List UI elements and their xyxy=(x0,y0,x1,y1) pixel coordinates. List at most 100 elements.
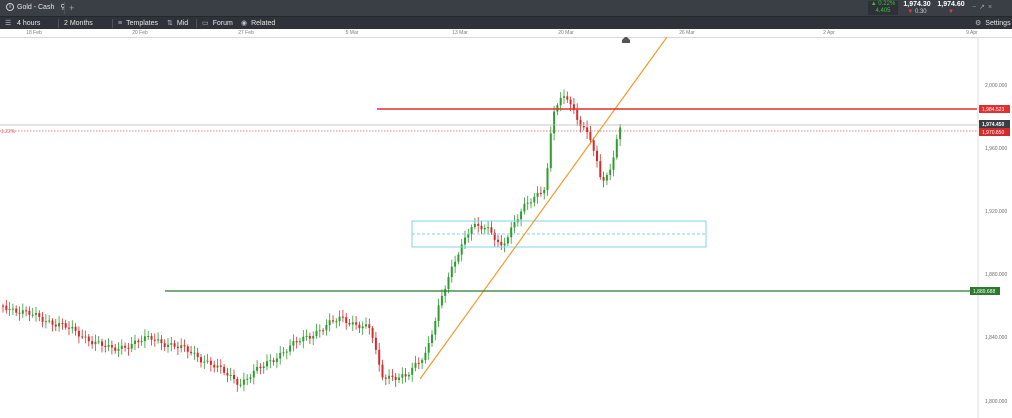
candle-body xyxy=(193,352,196,354)
candle-body xyxy=(266,361,268,367)
candle-body xyxy=(147,336,150,338)
top-bar: i Gold - Cash ⚲ + ▲ 0.22% 4.405 1,974.30 … xyxy=(0,0,1012,16)
candle-body xyxy=(500,241,503,246)
candle-body xyxy=(450,266,453,278)
candle-body xyxy=(503,243,506,246)
candle-body xyxy=(183,345,186,347)
candle-body xyxy=(110,345,113,348)
info-icon[interactable]: i xyxy=(6,3,14,12)
time-tick: 5 Mar xyxy=(345,30,359,36)
candle-body xyxy=(361,326,364,329)
candle-body xyxy=(378,349,381,365)
maximize-icon[interactable]: ↗ xyxy=(979,4,988,11)
candle-body xyxy=(130,343,133,349)
candle-body xyxy=(216,365,219,368)
candle-body xyxy=(351,322,354,325)
candle-body xyxy=(41,316,44,322)
candle-body xyxy=(424,352,427,361)
candle-body xyxy=(559,97,562,106)
candle-body xyxy=(223,366,226,373)
candle-body xyxy=(447,277,450,289)
candle-body xyxy=(381,364,384,378)
time-tick: 20 Mar xyxy=(558,30,574,36)
change-pct: ▲ 0.22% xyxy=(870,1,896,7)
candle-body xyxy=(332,320,334,322)
candle-body xyxy=(460,244,463,255)
candle-body xyxy=(269,360,272,362)
time-tick: 20 Feb xyxy=(132,30,148,36)
candle-body xyxy=(236,379,239,385)
candle-body xyxy=(470,227,473,235)
candle-body xyxy=(421,360,424,363)
add-tab-button[interactable]: + xyxy=(64,2,78,14)
related-label: Related xyxy=(251,20,276,27)
candle-body xyxy=(140,341,143,343)
separator xyxy=(196,19,197,28)
candle-body xyxy=(411,367,414,375)
window-controls: −↗× xyxy=(972,3,995,11)
instrument-tab-title: Gold - Cash xyxy=(17,4,55,11)
candle-body xyxy=(365,324,367,327)
candle-body xyxy=(335,321,338,323)
support-label: 1,889.688 xyxy=(973,289,995,295)
candle-body xyxy=(84,336,87,338)
candle-body xyxy=(101,341,103,346)
candle-body xyxy=(134,340,136,344)
candle-body xyxy=(87,336,90,342)
candle-body xyxy=(167,344,169,347)
price-chart[interactable]: 1.22% 2,000.000 1,960.000 1,920.000 1,88… xyxy=(0,37,1012,418)
candle-body xyxy=(5,305,8,311)
candle-body xyxy=(104,345,107,347)
range-label: 2 Months xyxy=(64,20,93,27)
separator xyxy=(58,19,59,28)
resistance-label: 1,984.523 xyxy=(982,107,1004,113)
price-type-icon: ⇅ xyxy=(167,20,173,27)
candle-body xyxy=(74,326,77,331)
candle-body xyxy=(533,196,536,203)
templates-icon: ≡ xyxy=(118,20,123,27)
candle-body xyxy=(371,328,374,338)
candle-body xyxy=(64,323,67,328)
candle-body xyxy=(289,345,292,352)
forum-label: Forum xyxy=(212,20,233,27)
candle-body xyxy=(190,351,193,354)
change-val: 4.405 xyxy=(875,8,891,14)
settings-label: Settings xyxy=(985,20,1011,27)
candle-body xyxy=(15,308,18,313)
templates-label: Templates xyxy=(126,20,158,27)
candle-body xyxy=(94,341,97,345)
candle-body xyxy=(566,96,569,100)
spread: ▼ 0.30 xyxy=(907,9,927,15)
scroll-to-latest-icon[interactable] xyxy=(622,37,630,43)
sell-price-box[interactable]: 1,974.30 ▼ 0.30 xyxy=(900,1,934,15)
candle-body xyxy=(526,202,529,204)
candle-body xyxy=(114,347,117,351)
candle-body xyxy=(173,343,176,347)
candle-body xyxy=(91,341,94,345)
candle-body xyxy=(520,211,523,220)
current-label: 1,974.450 xyxy=(982,122,1004,128)
close-icon[interactable]: × xyxy=(988,4,995,11)
candle-body xyxy=(11,308,14,310)
candle-body xyxy=(71,326,74,329)
candle-body xyxy=(299,341,301,343)
candle-body xyxy=(457,254,460,262)
candle-body xyxy=(612,157,615,170)
price-tick: 1,800.000 xyxy=(985,399,1007,405)
price-tick: 1,840.000 xyxy=(985,335,1007,341)
candle-body xyxy=(391,375,394,377)
candle-body xyxy=(21,310,24,314)
buy-price-box[interactable]: 1,974.60 ▼ xyxy=(935,1,967,15)
candle-body xyxy=(348,323,351,325)
candle-body xyxy=(48,320,51,322)
candle-body xyxy=(576,109,579,120)
change-box: ▲ 0.22% 4.405 xyxy=(868,1,898,15)
instrument-tab[interactable]: i Gold - Cash ⚲ xyxy=(2,2,69,14)
candle-body xyxy=(213,364,216,368)
candle-body xyxy=(2,305,4,307)
candle-body xyxy=(180,345,183,349)
candle-body xyxy=(25,310,28,312)
trendline[interactable] xyxy=(419,37,668,380)
candle-body xyxy=(51,320,54,325)
candle-body xyxy=(302,336,305,342)
